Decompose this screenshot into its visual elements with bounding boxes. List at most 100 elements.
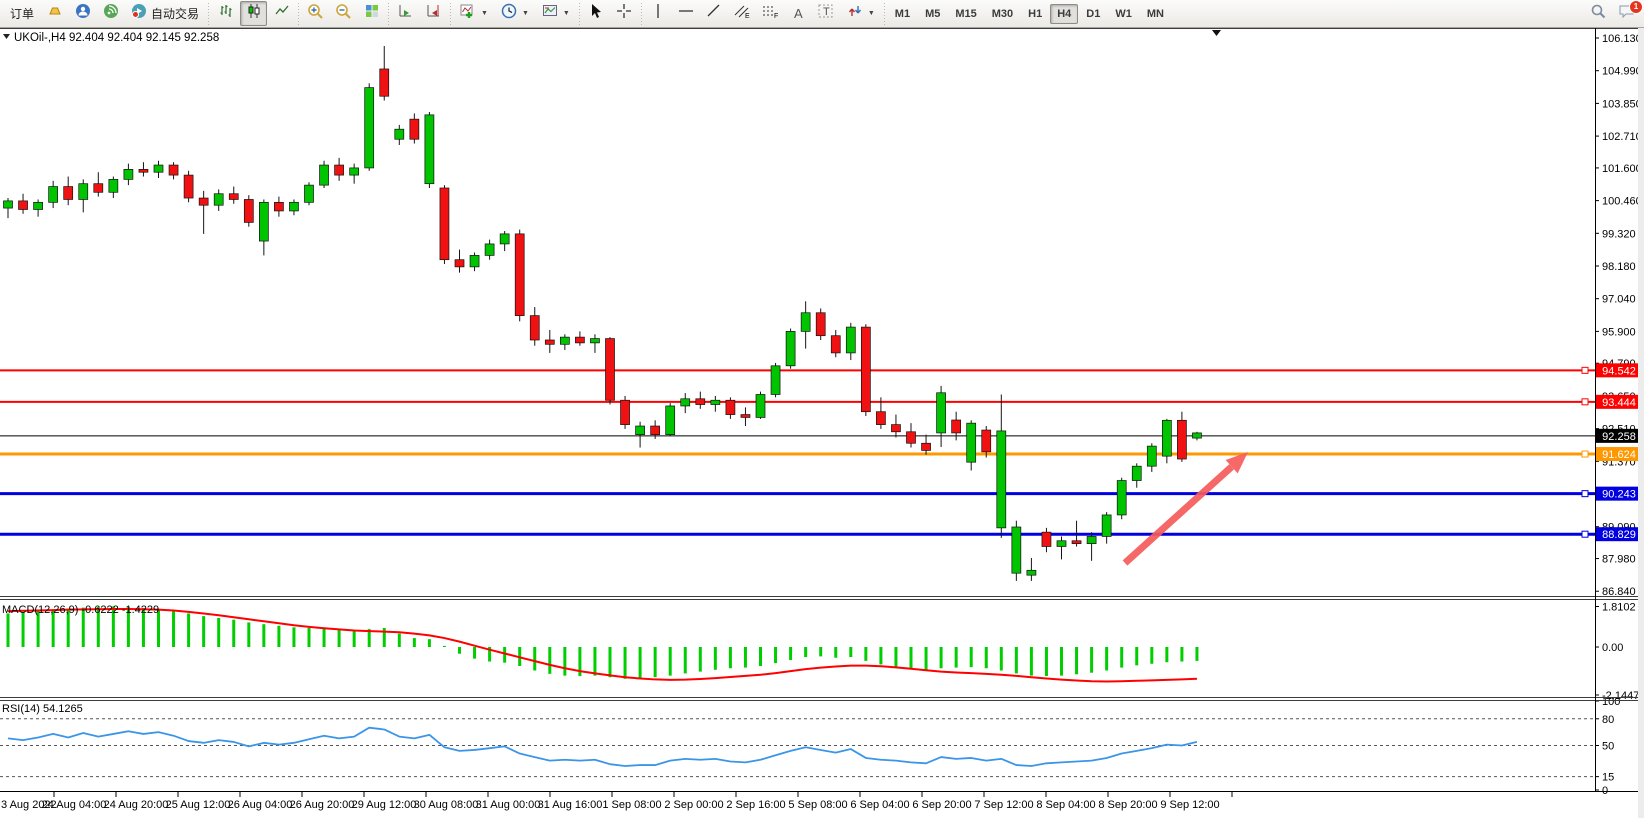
candle-bear xyxy=(229,194,238,200)
candle-bull xyxy=(214,194,223,205)
period-m1-button[interactable]: M1 xyxy=(888,4,917,24)
fibonacci-icon: F xyxy=(761,3,779,24)
candle-bear xyxy=(335,165,344,175)
period-m30-button[interactable]: M30 xyxy=(985,4,1020,24)
candle-bull xyxy=(79,184,88,200)
mt4-window: 订单 自动交易 xyxy=(0,0,1644,818)
chat-button[interactable]: 1 xyxy=(1613,1,1640,26)
indicators-button[interactable]: ▼ xyxy=(454,1,494,26)
time-label: 31 Aug 16:00 xyxy=(538,799,603,811)
rsi-tick-label: 80 xyxy=(1602,714,1614,726)
vertical-line-tool-button[interactable] xyxy=(645,1,672,26)
candle-bear xyxy=(606,339,615,401)
time-label: 26 Aug 04:00 xyxy=(228,799,293,811)
price-badge-label: 90.243 xyxy=(1602,489,1636,501)
candle-bear xyxy=(199,198,208,205)
candle-bear xyxy=(1177,420,1186,459)
new-order-button[interactable]: 订单 xyxy=(4,1,40,26)
time-label: 31 Aug 00:00 xyxy=(476,799,541,811)
rsi-label: RSI(14) 54.1265 xyxy=(2,703,83,715)
time-label: 7 Sep 12:00 xyxy=(974,799,1033,811)
zoom-in-button[interactable] xyxy=(302,1,329,26)
autotrading-button[interactable]: 自动交易 xyxy=(125,1,205,26)
period-h1-button[interactable]: H1 xyxy=(1021,4,1049,24)
candle-bull xyxy=(801,313,810,332)
dropdown-caret: ▼ xyxy=(522,10,529,17)
period-m5-button[interactable]: M5 xyxy=(918,4,947,24)
time-label: 5 Sep 08:00 xyxy=(788,799,847,811)
period-mn-button[interactable]: MN xyxy=(1140,4,1171,24)
community-button[interactable] xyxy=(69,1,96,26)
time-label: 24 Aug 20:00 xyxy=(104,799,169,811)
chart-canvas[interactable]: 1.81020.00-2.1447 1008050150 106.130104.… xyxy=(0,0,1644,818)
candle-bull xyxy=(1102,515,1111,537)
chart-shift-icon xyxy=(426,3,442,24)
bar-chart-button[interactable] xyxy=(212,1,239,26)
trendline-icon xyxy=(706,3,722,24)
periods-button[interactable]: ▼ xyxy=(495,1,535,26)
tile-windows-button[interactable] xyxy=(358,1,385,26)
price-tick-label: 102.710 xyxy=(1602,131,1642,143)
candlestick-chart-button[interactable] xyxy=(240,1,267,26)
dropdown-caret: ▼ xyxy=(563,10,570,17)
trendline-tool-button[interactable] xyxy=(701,1,728,26)
period-d1-button[interactable]: D1 xyxy=(1079,4,1107,24)
price-tick-label: 100.460 xyxy=(1602,196,1642,208)
horizontal-line-tool-button[interactable] xyxy=(673,1,700,26)
arrows-tool-button[interactable]: ▼ xyxy=(841,1,881,26)
candle-bull xyxy=(636,426,645,435)
price-tick-label: 101.600 xyxy=(1602,163,1642,175)
candle-bear xyxy=(530,316,539,340)
hline-handle-91.624[interactable] xyxy=(1582,451,1588,457)
candle-bull xyxy=(289,202,298,211)
candle-bear xyxy=(816,313,825,336)
rsi-tick-label: 50 xyxy=(1602,741,1614,753)
time-label: 8 Sep 20:00 xyxy=(1098,799,1157,811)
candle-bull xyxy=(590,339,599,343)
candle-bull xyxy=(1027,570,1036,575)
search-button[interactable] xyxy=(1585,1,1612,26)
channel-tool-button[interactable]: E xyxy=(729,1,756,26)
candle-bear xyxy=(169,165,178,175)
metaeditor-button[interactable] xyxy=(41,1,68,26)
fibonacci-tool-button[interactable]: F xyxy=(757,1,784,26)
cursor-tool-button[interactable] xyxy=(583,1,610,26)
hline-handle-94.542[interactable] xyxy=(1582,367,1588,373)
candle-bull xyxy=(34,202,43,209)
price-tick-label: 87.980 xyxy=(1602,554,1636,566)
search-icon xyxy=(1590,3,1607,25)
rsi-tick-label: 15 xyxy=(1602,772,1614,784)
clock-icon xyxy=(501,3,517,24)
hline-handle-88.829[interactable] xyxy=(1582,531,1588,537)
time-label: 8 Sep 04:00 xyxy=(1036,799,1095,811)
candle-bear xyxy=(274,202,283,211)
period-w1-button[interactable]: W1 xyxy=(1108,4,1139,24)
time-label: 30 Aug 08:00 xyxy=(414,799,479,811)
templates-button[interactable]: ▼ xyxy=(536,1,576,26)
candle-bull xyxy=(786,331,795,365)
candle-bear xyxy=(1042,532,1051,546)
candle-bull xyxy=(1087,536,1096,543)
new-order-label: 订单 xyxy=(10,5,34,22)
time-label: 1 Sep 08:00 xyxy=(602,799,661,811)
signals-button[interactable] xyxy=(97,1,124,26)
candle-bear xyxy=(907,432,916,443)
line-chart-button[interactable] xyxy=(268,1,295,26)
period-h4-button[interactable]: H4 xyxy=(1050,4,1078,24)
hline-handle-90.243[interactable] xyxy=(1582,491,1588,497)
chart-shift-button[interactable] xyxy=(420,1,447,26)
candle-bull xyxy=(154,165,163,172)
zoom-out-button[interactable] xyxy=(330,1,357,26)
text-tool-button[interactable]: A xyxy=(785,1,812,26)
price-badge-label: 93.444 xyxy=(1602,397,1636,409)
candle-bear xyxy=(139,169,148,172)
hline-handle-93.444[interactable] xyxy=(1582,399,1588,405)
auto-scroll-button[interactable] xyxy=(392,1,419,26)
candle-bear xyxy=(410,119,419,139)
toolbar-separator xyxy=(882,3,887,25)
candle-bull xyxy=(1057,541,1066,547)
candle-bull xyxy=(997,431,1006,528)
text-label-tool-button[interactable]: T xyxy=(813,1,840,26)
period-m15-button[interactable]: M15 xyxy=(948,4,983,24)
crosshair-tool-button[interactable] xyxy=(611,1,638,26)
